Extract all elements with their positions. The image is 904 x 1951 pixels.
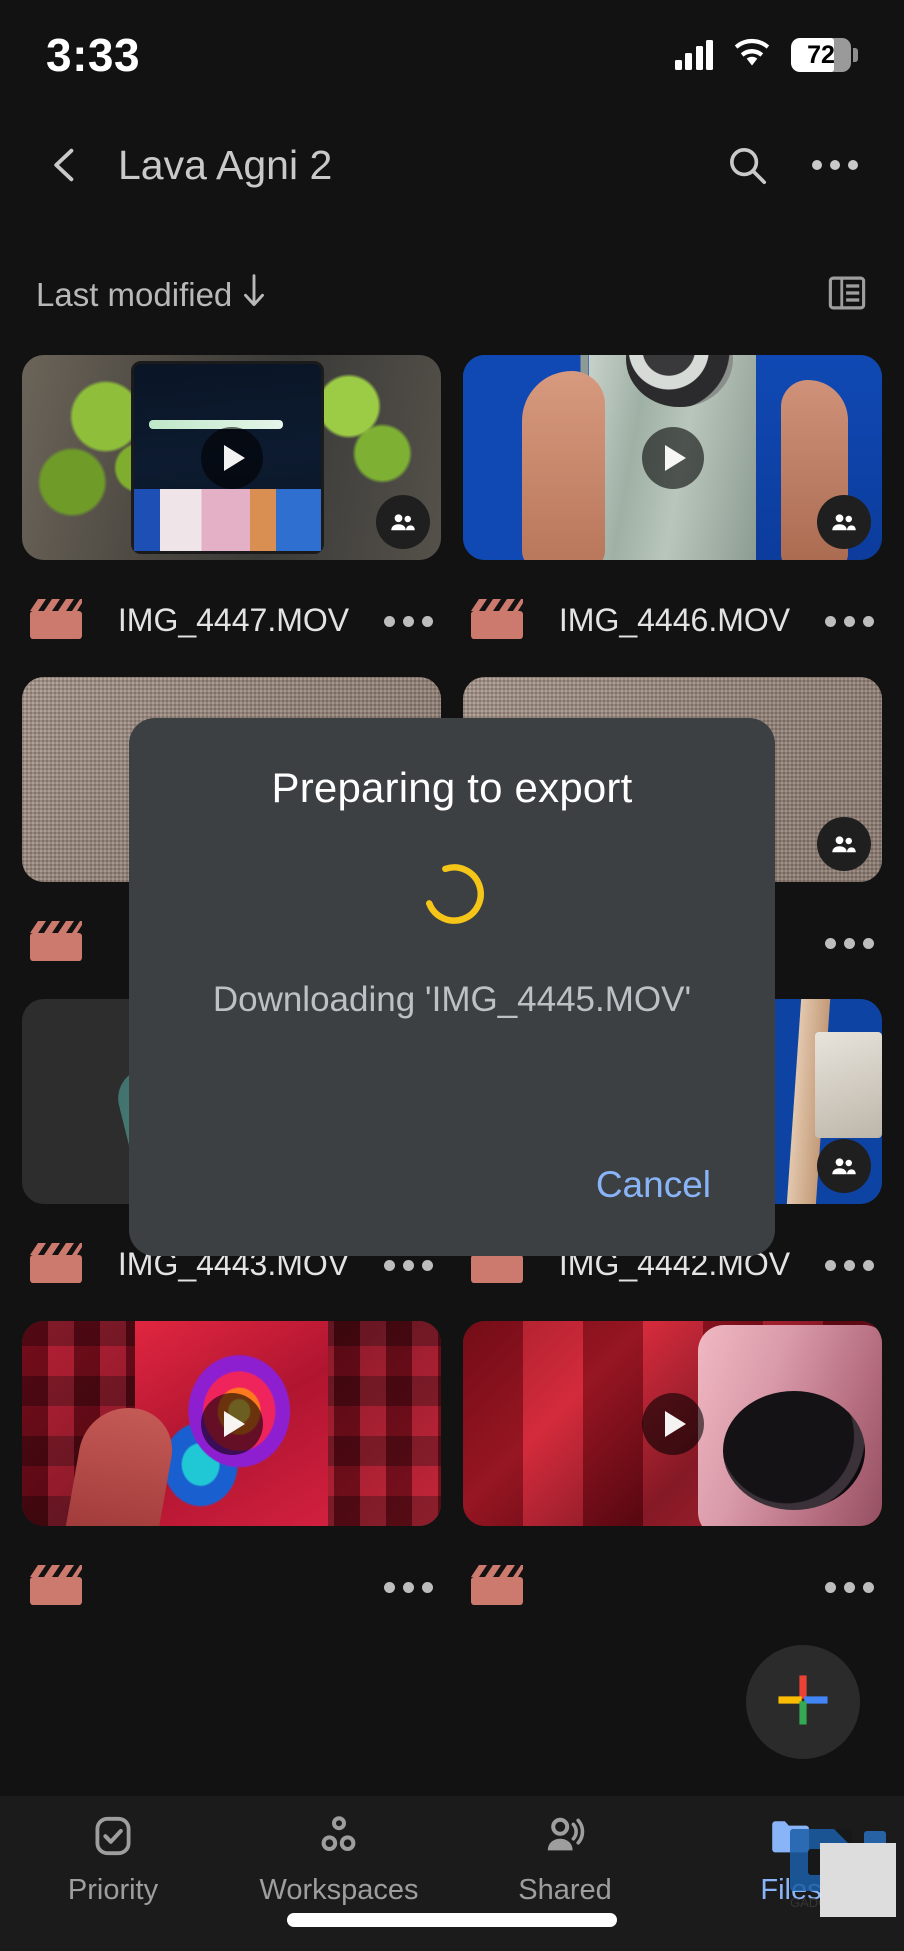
loading-spinner-icon xyxy=(169,858,735,928)
dialog-actions: Cancel xyxy=(169,1154,735,1222)
export-dialog: Preparing to export Downloading 'IMG_444… xyxy=(129,718,775,1256)
cancel-button[interactable]: Cancel xyxy=(582,1154,725,1216)
dialog-title: Preparing to export xyxy=(271,764,633,811)
phone-screen: 3:33 72 Lava Agni 2 Last modified IMG_44… xyxy=(0,0,904,1951)
dialog-message: Downloading 'IMG_4445.MOV' xyxy=(212,980,692,1019)
